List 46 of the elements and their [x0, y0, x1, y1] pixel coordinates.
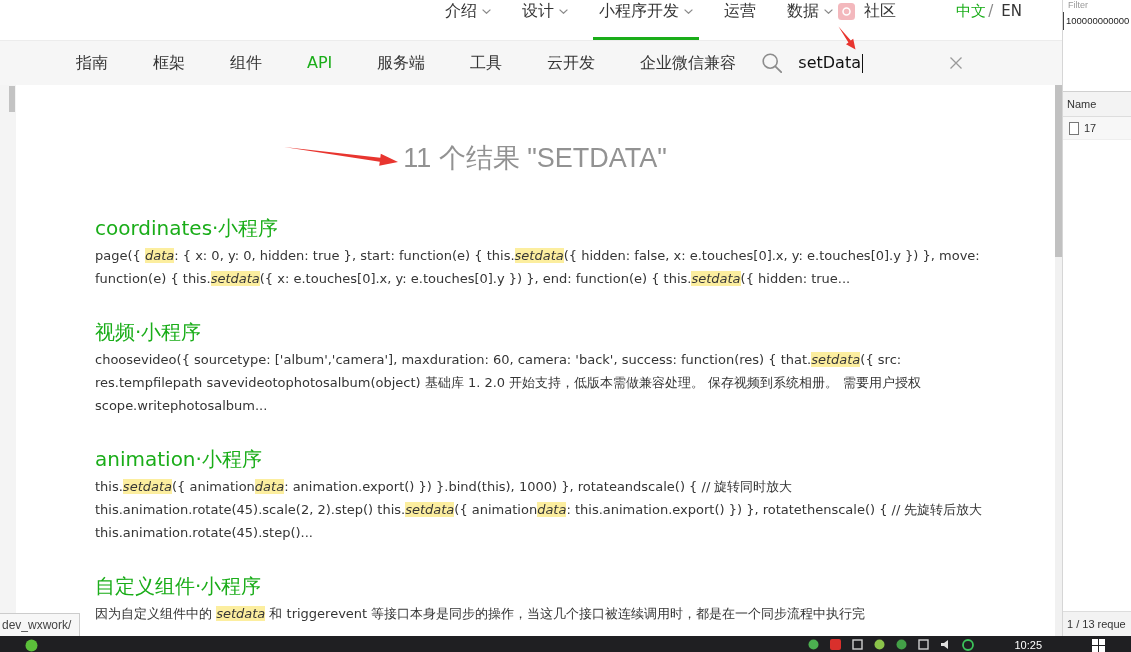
status-bar: 1 / 13 reque	[1063, 611, 1131, 636]
tile-icon[interactable]	[838, 3, 855, 20]
nav-tab[interactable]: 设计	[516, 0, 574, 40]
nav-tab[interactable]: 框架	[153, 53, 185, 73]
nav-tab[interactable]: 运营	[718, 0, 762, 40]
language-link[interactable]: EN	[1001, 1, 1022, 21]
circle-icon[interactable]	[874, 639, 886, 650]
nav-tab[interactable]: 指南	[76, 53, 108, 73]
nav-tab[interactable]: 企业微信兼容	[640, 53, 737, 73]
search-icon[interactable]	[762, 53, 783, 73]
scrollbar-thumb[interactable]	[1055, 85, 1062, 257]
clear-button[interactable]	[950, 57, 963, 69]
result-snippet: this.setdata({ animationdata: animation.export() }) }.bind(this), 1000) }, rotateandscale() { // 旋转同时放大 this.animation.rotate(45).scale(2, 2).step() this.setdata({ animationdata: this.animation.export() }) }, rotatethenscale() { // 先旋转后放大 this.animation.rotate(45).step()...	[95, 478, 984, 542]
filter-label: Filter	[1067, 0, 1089, 10]
nav-tab[interactable]: 社区	[858, 0, 902, 40]
results-heading: 11 个结果 "SETDATA"	[403, 142, 667, 174]
request-row[interactable]: 17	[1063, 117, 1131, 140]
circle-icon[interactable]	[896, 639, 908, 650]
tile-icon[interactable]	[830, 639, 842, 650]
result-snippet: page({ data: { x: 0, y: 0, hidden: true }, start: function(e) { this.setdata({ hidden: false, x: e.touches[0].x, y: e.touches[0].y }) }, move: function(e) { this.setdata({ x: e.touches[0].x, y: e.touches[0].y }) }, end: function(e) { this.setdata({ hidden: true...	[95, 247, 981, 288]
nav-tab[interactable]: 云开发	[547, 53, 596, 73]
filter-field[interactable]: 100000000000	[1063, 12, 1131, 30]
status-url-tooltip: dev_wxwork/	[0, 613, 81, 636]
circle-icon[interactable]	[25, 639, 38, 652]
search-field[interactable]: setData	[798, 52, 939, 74]
clock-time: 10:25	[1014, 638, 1042, 652]
circle-icon[interactable]	[808, 639, 820, 650]
text-cursor-icon	[861, 53, 863, 73]
nav-tab[interactable]: 数据	[781, 0, 839, 40]
square-icon[interactable]	[852, 639, 864, 650]
close-icon	[950, 57, 963, 69]
annotation-arrow	[838, 26, 856, 50]
scrollbar-thumb[interactable]	[9, 86, 15, 112]
nav-tab[interactable]: 工具	[470, 53, 503, 73]
nav-tab[interactable]: 介绍	[439, 0, 497, 40]
result-snippet: 因为自定义组件中的 setdata 和 triggerevent 等接口本身是同步的操作，当这几个接口被连续调用时，都是在一个同步流程中执行完	[95, 605, 867, 623]
ring-icon[interactable]	[962, 639, 975, 651]
windows-logo-icon[interactable]	[1092, 639, 1105, 652]
request-name: 17	[1084, 122, 1097, 134]
nav-tab[interactable]: 服务端	[377, 53, 426, 73]
square-icon[interactable]	[918, 639, 930, 650]
result-snippet: choosevideo({ sourcetype: ['album','camera'], maxduration: 60, camera: 'back', success: function(res) { that.setdata({ src: res.tempfilepath savevideotophotosalbum(object) 基础库 1. 2.0 开始支持，低版本需做兼容处理。 保存视频到系统相册。 需要用户授权 scope.writephotosalbum...	[95, 351, 922, 415]
document-icon	[1069, 121, 1079, 135]
column-header[interactable]: Name	[1063, 92, 1131, 117]
language-separator: /	[988, 1, 994, 21]
nav-tab[interactable]: 组件	[230, 53, 262, 73]
